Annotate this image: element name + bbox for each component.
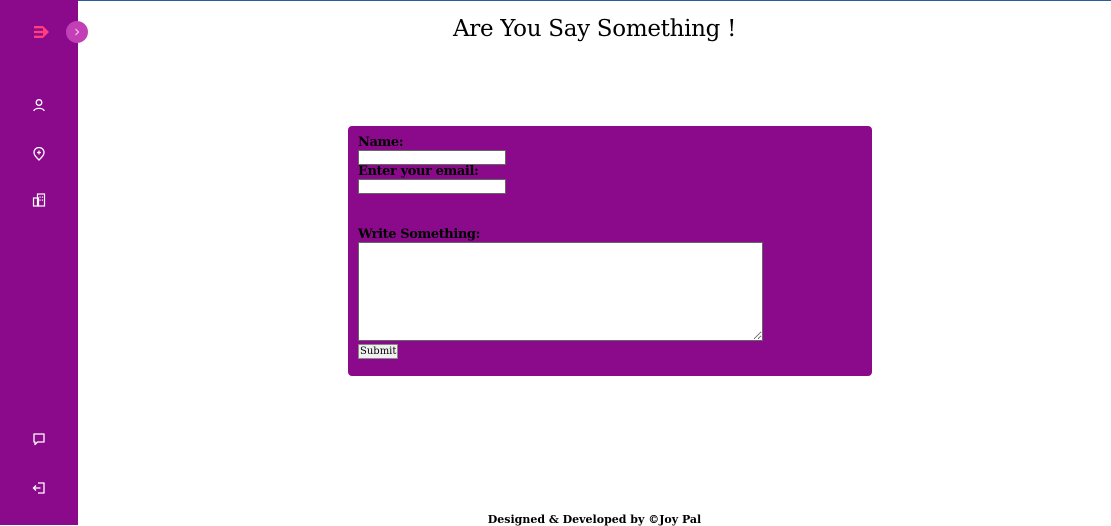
user-icon xyxy=(33,99,45,112)
form-spacer xyxy=(358,194,862,228)
footer-credit: Designed & Developed by ©Joy Pal xyxy=(487,513,702,526)
building-icon xyxy=(32,193,46,207)
name-input[interactable] xyxy=(358,150,506,165)
contact-form: Name: Enter your email: Write Something:… xyxy=(348,126,872,376)
email-input[interactable] xyxy=(358,179,506,194)
submit-button[interactable]: Submit xyxy=(358,344,399,359)
sidebar-item-location[interactable] xyxy=(31,146,47,162)
email-label: Enter your email: xyxy=(358,164,479,179)
name-label: Name: xyxy=(358,135,404,150)
logo-icon[interactable] xyxy=(34,24,50,40)
sidebar xyxy=(0,0,78,525)
sidebar-item-buildings[interactable] xyxy=(31,192,47,208)
page-title: Are You Say Something ! xyxy=(452,16,737,42)
sidebar-item-messages[interactable] xyxy=(31,431,47,447)
sidebar-item-logout[interactable] xyxy=(31,480,47,496)
sidebar-toggle-button[interactable] xyxy=(66,21,88,43)
message-textarea[interactable] xyxy=(358,242,763,341)
location-pin-icon xyxy=(33,147,45,161)
top-border-line xyxy=(0,0,1111,1)
message-icon xyxy=(33,433,45,446)
logout-icon xyxy=(32,482,45,494)
sidebar-item-profile[interactable] xyxy=(31,97,47,113)
message-label: Write Something: xyxy=(358,227,481,242)
chevron-right-icon xyxy=(75,28,80,36)
